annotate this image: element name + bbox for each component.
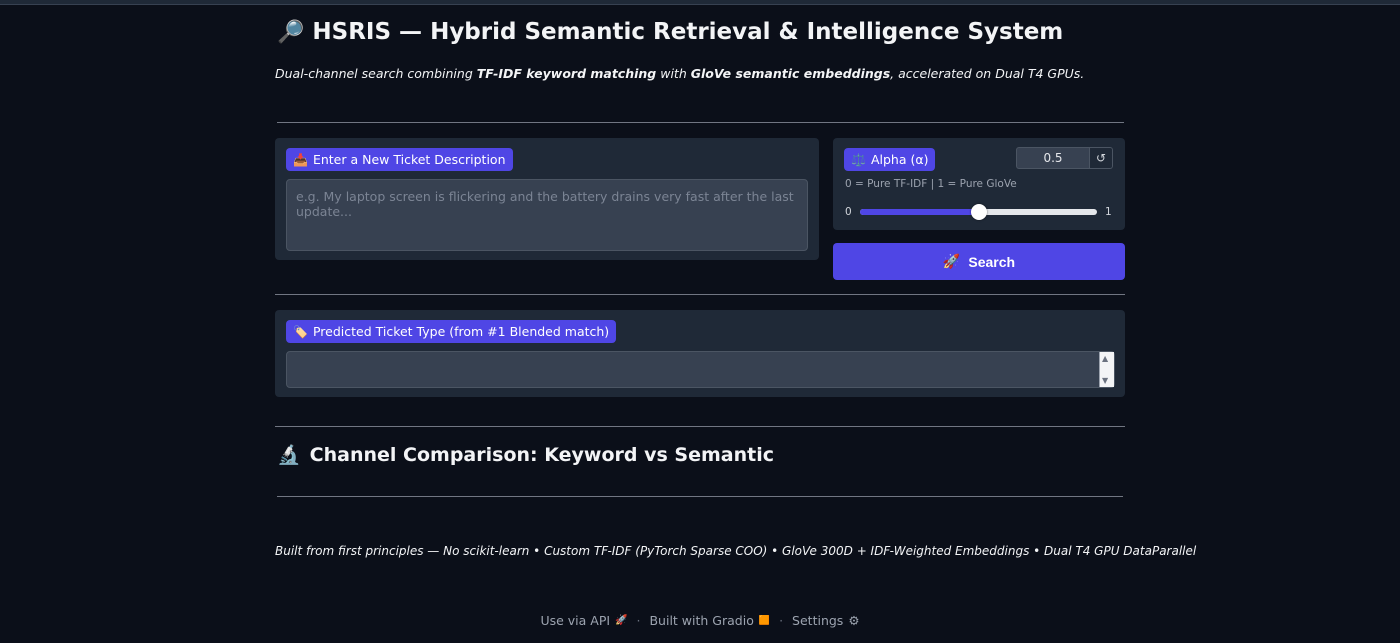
scroll-down-icon[interactable]: ▼: [1102, 376, 1108, 385]
output-scrollbar[interactable]: ▲ ▼: [1099, 352, 1114, 387]
alpha-max-label: 1: [1105, 206, 1112, 218]
rocket-icon: 🚀: [942, 253, 961, 269]
alpha-min-label: 0: [845, 206, 852, 218]
tag-icon: 🏷️: [293, 324, 308, 339]
prediction-label-text: Predicted Ticket Type (from #1 Blended m…: [312, 324, 610, 339]
alpha-label-text: Alpha (α): [870, 152, 929, 167]
gear-icon: ⚙: [848, 613, 860, 628]
alpha-slider-thumb[interactable]: [970, 204, 987, 220]
settings-link-label: Settings: [792, 613, 844, 628]
search-button[interactable]: 🚀 Search: [833, 243, 1125, 280]
magnifier-icon: 🔎: [277, 19, 305, 45]
ticket-input-label-text: Enter a New Ticket Description: [312, 152, 506, 167]
divider-bottom: [277, 496, 1123, 497]
reset-icon[interactable]: ↺: [1089, 148, 1112, 168]
alpha-slider-fill: [860, 209, 979, 215]
comparison-heading-text: Channel Comparison: Keyword vs Semantic: [309, 443, 774, 466]
microscope-icon: 🔬: [277, 444, 301, 466]
use-via-api-link[interactable]: Use via API 🚀: [540, 613, 627, 628]
divider-lower: [275, 426, 1125, 427]
balance-scale-icon: ⚖️: [851, 152, 866, 167]
ticket-description-input[interactable]: [287, 180, 807, 250]
inbox-tray-icon: 📥: [293, 152, 308, 167]
alpha-number-box: ↺: [1016, 147, 1113, 169]
comparison-heading: 🔬 Channel Comparison: Keyword vs Semanti…: [277, 443, 774, 467]
subtitle-text-2: with: [656, 66, 691, 81]
alpha-number-input[interactable]: [1017, 148, 1089, 168]
page-title: 🔎 HSRIS — Hybrid Semantic Retrieval & In…: [277, 19, 1063, 45]
alpha-hint: 0 = Pure TF-IDF | 1 = Pure GloVe: [845, 178, 1017, 190]
divider-middle: [275, 294, 1125, 295]
prediction-panel: 🏷️ Predicted Ticket Type (from #1 Blende…: [275, 310, 1125, 397]
page-subtitle: Dual-channel search combining TF-IDF key…: [275, 66, 1084, 81]
page-title-text: HSRIS — Hybrid Semantic Retrieval & Inte…: [312, 19, 1064, 45]
divider-top: [277, 122, 1124, 123]
subtitle-text-1: Dual-channel search combining: [275, 66, 477, 81]
footer-separator: ·: [779, 613, 784, 628]
rocket-icon: 🚀: [615, 615, 628, 626]
settings-link[interactable]: Settings ⚙: [792, 613, 860, 628]
prediction-label: 🏷️ Predicted Ticket Type (from #1 Blende…: [286, 320, 617, 343]
gradio-logo-icon: 🟧: [758, 615, 771, 626]
ticket-input-label: 📥 Enter a New Ticket Description: [286, 148, 513, 171]
ticket-input-panel: 📥 Enter a New Ticket Description: [275, 138, 819, 260]
ticket-description-box: [286, 179, 808, 251]
scroll-up-icon[interactable]: ▲: [1102, 354, 1108, 363]
gradio-link-label: Built with Gradio: [649, 613, 754, 628]
subtitle-bold-1: TF-IDF keyword matching: [476, 66, 657, 81]
build-footnote: Built from first principles — No scikit-…: [275, 544, 1197, 558]
search-button-label: Search: [968, 253, 1016, 270]
api-link-label: Use via API: [540, 613, 611, 628]
predicted-type-output[interactable]: ▲ ▼: [286, 351, 1115, 388]
subtitle-text-3: , accelerated on Dual T4 GPUs.: [890, 66, 1085, 81]
built-with-gradio-link[interactable]: Built with Gradio 🟧: [649, 613, 770, 628]
alpha-label: ⚖️ Alpha (α): [844, 148, 936, 171]
alpha-panel: ⚖️ Alpha (α) ↺ 0 = Pure TF-IDF | 1 = Pur…: [833, 138, 1125, 230]
subtitle-bold-2: GloVe semantic embeddings: [690, 66, 891, 81]
footer-separator: ·: [636, 613, 641, 628]
app-container: 🔎 HSRIS — Hybrid Semantic Retrieval & In…: [275, 0, 1196, 643]
gradio-footer: Use via API 🚀 · Built with Gradio 🟧 · Se…: [0, 613, 1400, 628]
alpha-slider[interactable]: [860, 204, 1097, 220]
